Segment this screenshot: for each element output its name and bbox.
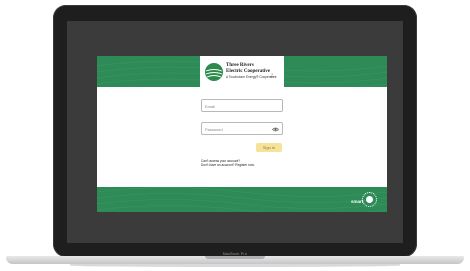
logo-title: Three Rivers Electric Cooperative [226,63,271,74]
coop-logo: Three Rivers Electric Cooperative A Touc… [200,56,284,90]
smarthub-logo: smart [351,192,379,208]
laptop-notch [205,256,265,259]
register-link[interactable]: Don't have an account? Register now. [201,163,255,167]
globe-icon [205,63,223,81]
touchstone-icon: ⛬ [270,73,275,79]
logo-tagline: A Touchstone Energy® Cooperative [226,75,277,79]
smarthub-dot-icon [366,196,373,203]
help-links: Can't access your account? Don't have an… [201,159,255,168]
login-page: Three Rivers Electric Cooperative A Touc… [97,56,387,212]
password-input[interactable] [205,123,269,135]
footer-pattern [97,187,387,212]
laptop-base [6,256,464,264]
sign-in-button[interactable]: Sign In [256,143,282,152]
eye-icon[interactable] [272,127,279,132]
password-field[interactable] [201,122,283,135]
footer-band [97,187,387,212]
laptop-shadow [70,264,400,267]
email-input[interactable] [205,100,269,112]
email-field[interactable] [201,99,283,112]
